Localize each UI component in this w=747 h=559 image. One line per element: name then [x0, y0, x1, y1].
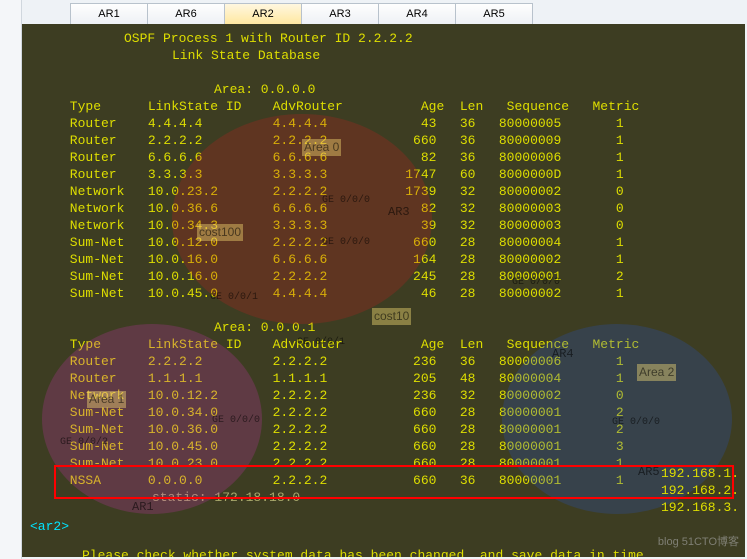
- area0-header: Area: 0.0.0.0: [22, 81, 745, 98]
- extra-ip-1: 192.168.1.: [661, 465, 739, 482]
- lsa-row: NSSA 0.0.0.0 2.2.2.2 660 36 80000001 1: [22, 472, 745, 489]
- tab-bar: AR1 AR6 AR2 AR3 AR4 AR5: [70, 3, 532, 24]
- area1-header: Area: 0.0.0.1: [22, 319, 745, 336]
- lsa-row: Sum-Net 10.0.34.0 2.2.2.2 660 28 8000000…: [22, 404, 745, 421]
- lsa-row: Network 10.0.34.3 3.3.3.3 39 32 80000003…: [22, 217, 745, 234]
- lsa-row: Router 3.3.3.3 3.3.3.3 1747 60 8000000D …: [22, 166, 745, 183]
- tab-ar2[interactable]: AR2: [224, 3, 302, 24]
- save-data-warning: Please check whether system data has bee…: [22, 547, 745, 557]
- lsa-row: Router 2.2.2.2 2.2.2.2 236 36 80000006 1: [22, 353, 745, 370]
- terminal-output[interactable]: Area 0 Area 1 Area 2 AR3 AR4 AR5 AR1 cos…: [22, 24, 745, 557]
- lsa-row: Router 6.6.6.6 6.6.6.6 82 36 80000006 1: [22, 149, 745, 166]
- tab-ar3[interactable]: AR3: [301, 3, 379, 24]
- lsa-row: Sum-Net 10.0.12.0 2.2.2.2 660 28 8000000…: [22, 234, 745, 251]
- lsa-row: Sum-Net 10.0.45.0 4.4.4.4 46 28 80000002…: [22, 285, 745, 302]
- lsa-row: Network 10.0.23.2 2.2.2.2 1739 32 800000…: [22, 183, 745, 200]
- tab-ar4[interactable]: AR4: [378, 3, 456, 24]
- lsa-row: Network 10.0.36.6 6.6.6.6 82 32 80000003…: [22, 200, 745, 217]
- sheet-row-gutter: [0, 0, 22, 559]
- col-header-area0: Type LinkState ID AdvRouter Age Len Sequ…: [22, 98, 745, 115]
- extra-ip-2: 192.168.2.: [661, 482, 739, 499]
- cli-prompt[interactable]: <ar2>: [22, 518, 745, 535]
- watermark: blog 51CTO博客: [658, 534, 739, 551]
- lsdb-title: Link State Database: [22, 47, 745, 64]
- col-header-area1: Type LinkState ID AdvRouter Age Len Sequ…: [22, 336, 745, 353]
- lsa-row: Router 1.1.1.1 1.1.1.1 205 48 80000004 1: [22, 370, 745, 387]
- lsa-row: Network 10.0.12.2 2.2.2.2 236 32 8000000…: [22, 387, 745, 404]
- tab-ar1[interactable]: AR1: [70, 3, 148, 24]
- lsa-row: Sum-Net 10.0.23.0 2.2.2.2 660 28 8000000…: [22, 455, 745, 472]
- tab-ar6[interactable]: AR6: [147, 3, 225, 24]
- lsa-row: Router 4.4.4.4 4.4.4.4 43 36 80000005 1: [22, 115, 745, 132]
- lsa-row: Sum-Net 10.0.36.0 2.2.2.2 660 28 8000000…: [22, 421, 745, 438]
- lsa-row: Sum-Net 10.0.16.0 6.6.6.6 164 28 8000000…: [22, 251, 745, 268]
- nssa-static-line: static: 172.18.18.0: [22, 489, 745, 506]
- terminal-text: OSPF Process 1 with Router ID 2.2.2.2 Li…: [22, 30, 745, 557]
- extra-ip-3: 192.168.3.: [661, 499, 739, 516]
- tab-ar5[interactable]: AR5: [455, 3, 533, 24]
- lsa-row: Sum-Net 10.0.45.0 2.2.2.2 660 28 8000000…: [22, 438, 745, 455]
- lsa-row: Sum-Net 10.0.16.0 2.2.2.2 245 28 8000000…: [22, 268, 745, 285]
- ospf-process-line: OSPF Process 1 with Router ID 2.2.2.2: [22, 30, 745, 47]
- lsa-row: Router 2.2.2.2 2.2.2.2 660 36 80000009 1: [22, 132, 745, 149]
